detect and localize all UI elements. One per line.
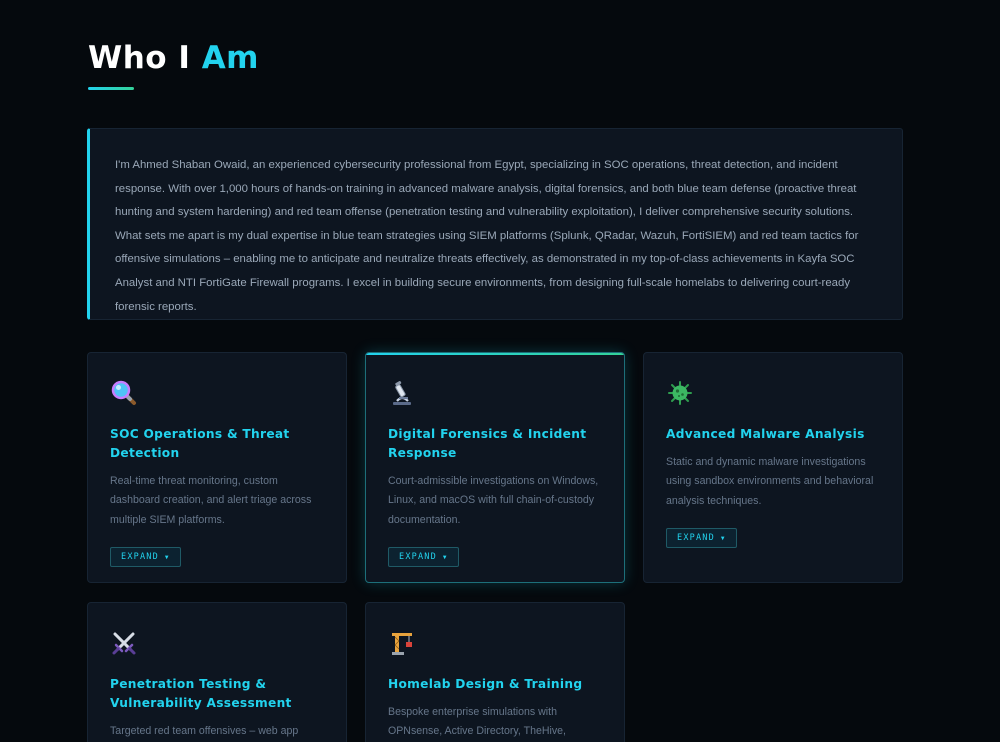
chevron-down-icon: ▼ — [164, 553, 170, 561]
section-heading: Who I Am — [88, 38, 259, 78]
service-card-homelab: Homelab Design & Training Bespoke enterp… — [365, 602, 625, 742]
expand-button[interactable]: EXPAND ▼ — [388, 547, 459, 568]
expand-button[interactable]: EXPAND ▼ — [666, 528, 737, 549]
service-card-pentest: Penetration Testing & Vulnerability Asse… — [87, 602, 347, 742]
card-title: Advanced Malware Analysis — [666, 427, 865, 441]
about-section: Who I Am I'm Ahmed Shaban Owaid, an expe… — [0, 0, 1000, 742]
heading-underline — [88, 87, 134, 90]
card-title: Penetration Testing & Vulnerability Asse… — [110, 677, 292, 710]
heading-prefix: Who I — [88, 40, 191, 76]
service-card-forensics: Digital Forensics & Incident Response Co… — [365, 352, 625, 583]
intro-box: I'm Ahmed Shaban Owaid, an experienced c… — [87, 128, 903, 320]
crossed-swords-icon — [112, 632, 136, 655]
card-description: Real-time threat monitoring, custom dash… — [110, 475, 312, 526]
card-title: Homelab Design & Training — [388, 677, 583, 691]
card-title: SOC Operations & Threat Detection — [110, 427, 290, 460]
expand-label: EXPAND — [399, 552, 437, 563]
expand-label: EXPAND — [121, 552, 159, 563]
service-card-soc: SOC Operations & Threat Detection Real-t… — [87, 352, 347, 583]
chevron-down-icon: ▼ — [442, 553, 448, 561]
chevron-down-icon: ▼ — [720, 534, 726, 542]
magnifying-glass-icon — [111, 380, 136, 405]
card-title: Digital Forensics & Incident Response — [388, 427, 587, 460]
expand-button[interactable]: EXPAND ▼ — [110, 547, 181, 568]
card-description: Static and dynamic malware investigation… — [666, 456, 874, 507]
card-description: Targeted red team offensives – web app — [110, 725, 299, 737]
card-description: Bespoke enterprise simulations with OPNs… — [388, 706, 566, 738]
service-card-malware: Advanced Malware Analysis Static and dyn… — [643, 352, 903, 583]
card-description: Court-admissible investigations on Windo… — [388, 475, 599, 526]
virus-icon — [668, 381, 692, 405]
construction-crane-icon — [392, 633, 412, 655]
intro-text: I'm Ahmed Shaban Owaid, an experienced c… — [115, 159, 859, 313]
heading-accent: Am — [201, 40, 259, 76]
expand-label: EXPAND — [677, 533, 715, 544]
microscope-icon — [393, 381, 411, 405]
